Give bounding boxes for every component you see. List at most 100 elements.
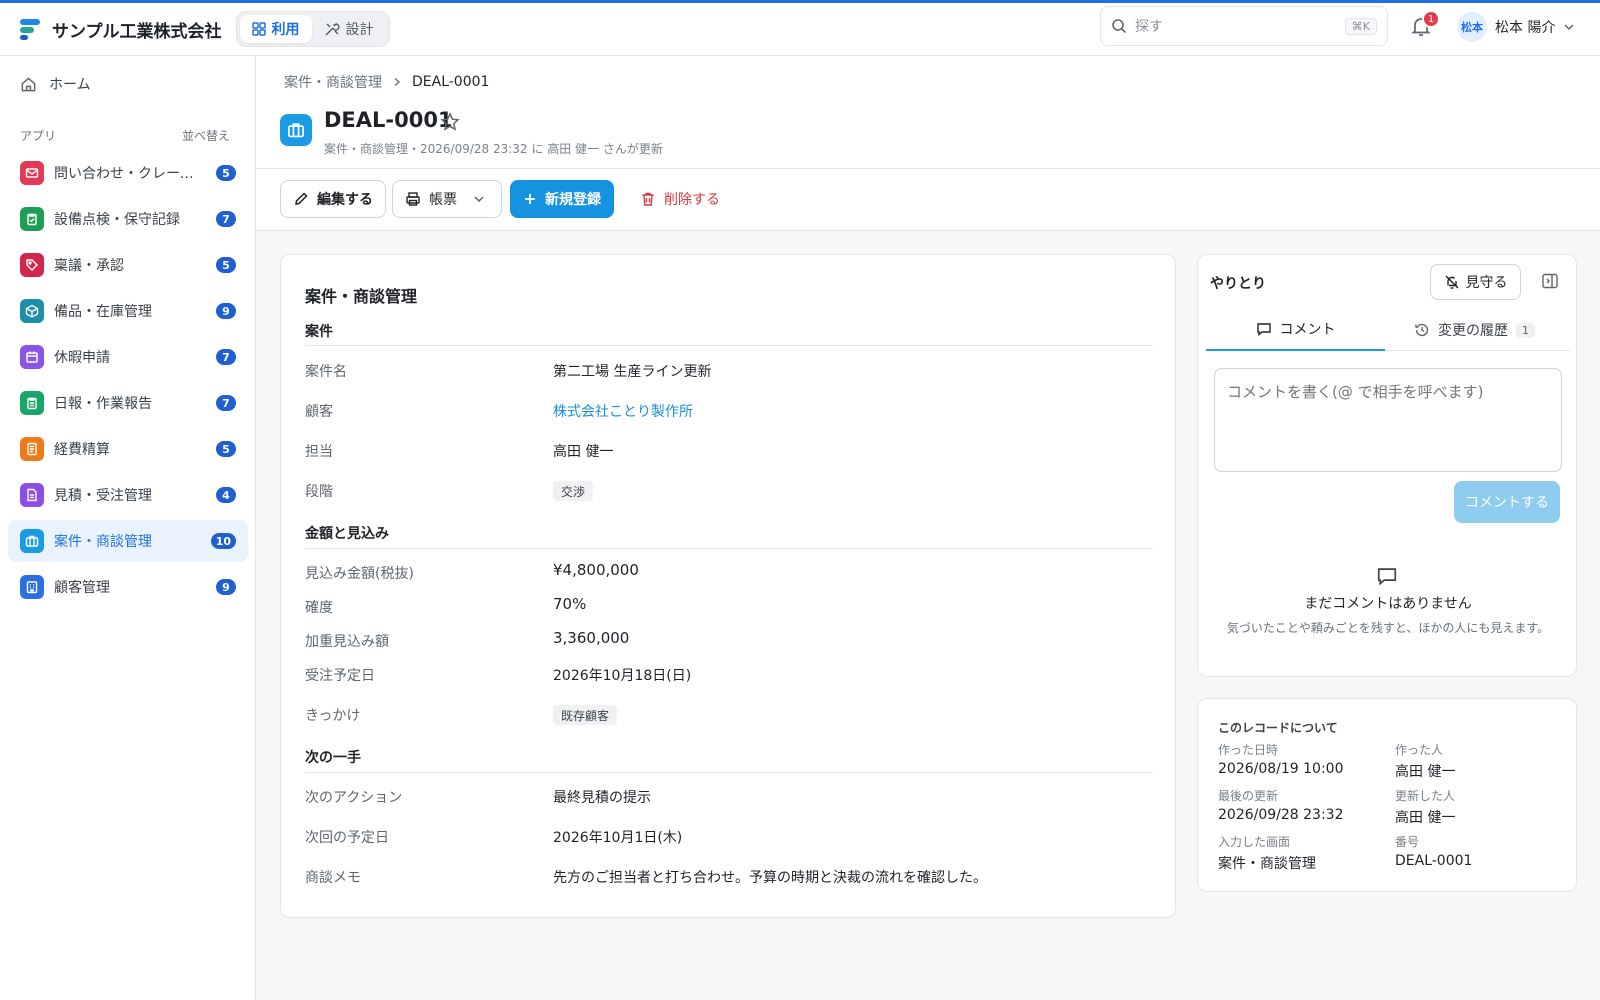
- breadcrumb: 案件・商談管理 DEAL-0001: [284, 72, 489, 92]
- activity-tabs: コメント 変更の履歴 1: [1206, 309, 1570, 351]
- page-subtitle: 案件・商談管理・2026/09/28 23:32 に 高田 健一 さんが更新: [324, 142, 663, 156]
- avatar: 松本: [1457, 12, 1487, 42]
- divider: [305, 772, 1153, 773]
- pencil-icon: [295, 192, 308, 205]
- breadcrumb-parent-link[interactable]: 案件・商談管理: [284, 72, 382, 92]
- box-icon: [20, 299, 44, 323]
- sidebar-item-daily-report[interactable]: 日報・作業報告 7: [8, 382, 248, 424]
- mode-switch: 利用 設計: [235, 11, 390, 47]
- sidebar-item-inquiry[interactable]: 問い合わせ・クレーム管理 5: [8, 152, 248, 194]
- new-record-button[interactable]: 新規登録: [510, 180, 614, 218]
- mode-use-button[interactable]: 利用: [239, 15, 312, 43]
- customer-link[interactable]: 株式会社ことり製作所: [553, 401, 693, 421]
- company-name: サンプル工業株式会社: [52, 21, 222, 42]
- field-value: 2026年10月1日(木): [553, 830, 683, 846]
- meta-value: DEAL-0001: [1395, 853, 1473, 869]
- receipt-icon: [20, 437, 44, 461]
- field-label: 次のアクション: [305, 790, 403, 806]
- meta-label: 作った人: [1395, 743, 1444, 757]
- field-value: 3,360,000: [553, 629, 630, 647]
- sidebar-item-deals[interactable]: 案件・商談管理 10: [8, 520, 248, 562]
- field-label: 顧客: [305, 404, 333, 420]
- item-count: 7: [216, 211, 236, 227]
- sidebar-item-approval[interactable]: 稟議・承認 5: [8, 244, 248, 286]
- collapse-panel-icon[interactable]: [1541, 272, 1559, 290]
- tab-comments[interactable]: コメント: [1206, 309, 1385, 351]
- meta-title: このレコードについて: [1218, 721, 1338, 735]
- field-label: 次回の予定日: [305, 830, 389, 846]
- field-label: 加重見込み額: [305, 634, 389, 650]
- tab-history[interactable]: 変更の履歴 1: [1385, 309, 1564, 351]
- bell-off-icon: [1445, 275, 1458, 289]
- activity-title: やりとり: [1210, 276, 1266, 292]
- sidebar-item-inventory[interactable]: 備品・在庫管理 9: [8, 290, 248, 332]
- field-label: 確度: [305, 600, 333, 616]
- chevron-down-icon: [474, 196, 484, 203]
- item-count: 7: [216, 349, 236, 365]
- calendar-icon: [20, 345, 44, 369]
- meta-label: 作った日時: [1218, 743, 1279, 757]
- logo-icon: [20, 18, 40, 40]
- search-input[interactable]: 探す: [1135, 16, 1345, 36]
- meta-label: 更新した人: [1395, 789, 1456, 803]
- meta-value: 高田 健一: [1395, 764, 1456, 780]
- sidebar-item-maintenance[interactable]: 設備点検・保守記録 7: [8, 198, 248, 240]
- report-icon: [20, 391, 44, 415]
- sort-link[interactable]: 並べ替え: [182, 127, 230, 144]
- field-label: 段階: [305, 484, 333, 500]
- item-count: 9: [216, 579, 236, 595]
- sidebar-item-customers[interactable]: 顧客管理 9: [8, 566, 248, 608]
- history-count: 1: [1516, 322, 1535, 338]
- field-label: 案件名: [305, 364, 347, 380]
- meta-label: 番号: [1395, 835, 1420, 849]
- sidebar-item-home[interactable]: ホーム: [20, 74, 91, 94]
- item-count: 10: [210, 533, 236, 549]
- field-value: 最終見積の提示: [553, 790, 651, 806]
- item-count: 9: [216, 303, 236, 319]
- field-label: 担当: [305, 444, 333, 460]
- delete-button[interactable]: 削除する: [628, 180, 732, 218]
- meta-label: 最後の更新: [1218, 789, 1279, 803]
- comment-icon: [1377, 568, 1397, 586]
- trash-icon: [642, 192, 654, 206]
- activity-panel: やりとり 見守る コメント 変更の履歴 1 コメントする まだコメントはありませ…: [1197, 254, 1577, 677]
- field-label: きっかけ: [305, 708, 361, 724]
- item-count: 4: [216, 487, 236, 503]
- item-count: 5: [216, 165, 236, 181]
- field-value: 高田 健一: [553, 444, 614, 460]
- edit-button[interactable]: 編集する: [280, 180, 386, 218]
- field-label: 見込み金額(税抜): [305, 566, 414, 582]
- plus-icon: [525, 194, 535, 204]
- history-icon: [1415, 323, 1429, 337]
- record-card-title: 案件・商談管理: [305, 287, 418, 306]
- building-icon: [20, 575, 44, 599]
- empty-state-description: 気づいたことや頼みごとを残すと、ほかの人にも見えます。: [1226, 621, 1550, 635]
- company-logo[interactable]: サンプル工業株式会社: [20, 17, 222, 42]
- sidebar-item-estimate[interactable]: 見積・受注管理 4: [8, 474, 248, 516]
- meta-label: 入力した画面: [1218, 835, 1291, 849]
- mode-design-button[interactable]: 設計: [312, 15, 386, 43]
- tag-icon: [20, 253, 44, 277]
- breadcrumb-current: DEAL-0001: [412, 74, 490, 90]
- chevron-right-icon: [394, 77, 401, 87]
- meta-value: 2026/08/19 10:00: [1218, 761, 1344, 777]
- sidebar-item-leave[interactable]: 休暇申請 7: [8, 336, 248, 378]
- submit-comment-button[interactable]: コメントする: [1454, 481, 1560, 523]
- home-icon: [21, 76, 36, 91]
- field-label: 商談メモ: [305, 870, 361, 886]
- global-search[interactable]: 探す ⌘K: [1100, 6, 1388, 46]
- print-dropdown[interactable]: 帳票: [392, 180, 502, 218]
- sidebar: ホーム アプリ 並べ替え 問い合わせ・クレーム管理 5 設備点検・保守記録 7 …: [0, 56, 256, 1000]
- sidebar-item-expense[interactable]: 経費精算 5: [8, 428, 248, 470]
- search-icon: [1112, 19, 1127, 34]
- watch-button[interactable]: 見守る: [1430, 264, 1521, 300]
- field-value: 70%: [553, 595, 587, 613]
- item-count: 5: [216, 441, 236, 457]
- action-toolbar: 編集する 帳票 新規登録 削除する: [256, 169, 1600, 231]
- star-icon[interactable]: [440, 112, 460, 132]
- divider: [305, 548, 1153, 549]
- group-title: 金額と見込み: [305, 526, 389, 542]
- meta-value: 2026/09/28 23:32: [1218, 807, 1344, 823]
- comment-input[interactable]: [1214, 368, 1562, 472]
- user-menu[interactable]: 松本 松本 陽介: [1457, 12, 1575, 42]
